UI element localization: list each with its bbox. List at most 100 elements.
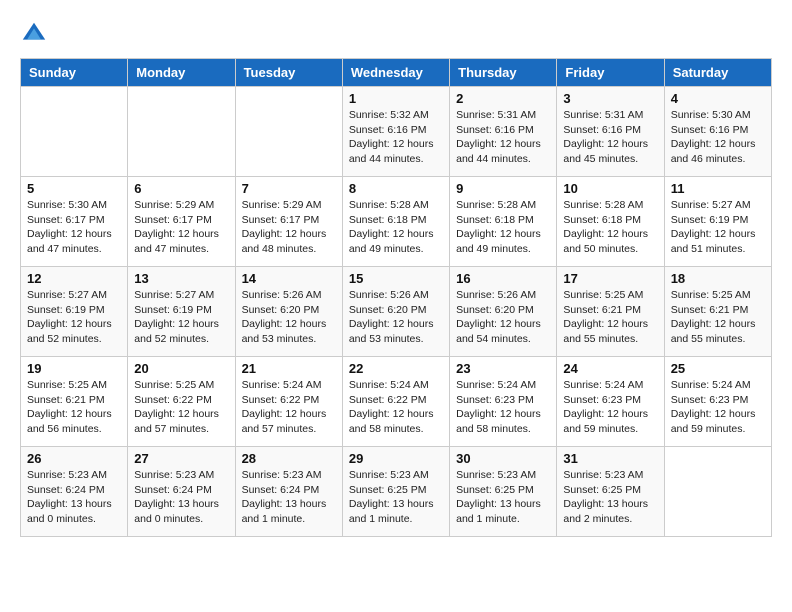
calendar-cell: 29 Sunrise: 5:23 AM Sunset: 6:25 PM Dayli… — [342, 447, 449, 537]
calendar-week-2: 5 Sunrise: 5:30 AM Sunset: 6:17 PM Daylig… — [21, 177, 772, 267]
day-number: 9 — [456, 181, 550, 196]
day-number: 7 — [242, 181, 336, 196]
calendar-cell: 1 Sunrise: 5:32 AM Sunset: 6:16 PM Daylig… — [342, 87, 449, 177]
day-info: Sunrise: 5:23 AM Sunset: 6:24 PM Dayligh… — [27, 468, 121, 527]
calendar-week-4: 19 Sunrise: 5:25 AM Sunset: 6:21 PM Dayli… — [21, 357, 772, 447]
day-number: 1 — [349, 91, 443, 106]
calendar-cell: 27 Sunrise: 5:23 AM Sunset: 6:24 PM Dayli… — [128, 447, 235, 537]
day-info: Sunrise: 5:24 AM Sunset: 6:23 PM Dayligh… — [671, 378, 765, 437]
day-header-tuesday: Tuesday — [235, 59, 342, 87]
calendar-cell: 12Sunrise: 5:27 AM Sunset: 6:19 PM Dayli… — [21, 267, 128, 357]
day-info: Sunrise: 5:31 AM Sunset: 6:16 PM Dayligh… — [456, 108, 550, 167]
calendar-cell: 10 Sunrise: 5:28 AM Sunset: 6:18 PM Dayli… — [557, 177, 664, 267]
day-info: Sunrise: 5:24 AM Sunset: 6:22 PM Dayligh… — [349, 378, 443, 437]
day-info: Sunrise: 5:26 AM Sunset: 6:20 PM Dayligh… — [456, 288, 550, 347]
day-info: Sunrise: 5:26 AM Sunset: 6:20 PM Dayligh… — [349, 288, 443, 347]
day-info: Sunrise: 5:24 AM Sunset: 6:23 PM Dayligh… — [456, 378, 550, 437]
calendar-week-3: 12Sunrise: 5:27 AM Sunset: 6:19 PM Dayli… — [21, 267, 772, 357]
calendar-cell: 6 Sunrise: 5:29 AM Sunset: 6:17 PM Daylig… — [128, 177, 235, 267]
day-number: 5 — [27, 181, 121, 196]
calendar-cell: 18Sunrise: 5:25 AM Sunset: 6:21 PM Dayli… — [664, 267, 771, 357]
calendar-cell: 17Sunrise: 5:25 AM Sunset: 6:21 PM Dayli… — [557, 267, 664, 357]
day-number: 2 — [456, 91, 550, 106]
calendar-cell: 7 Sunrise: 5:29 AM Sunset: 6:17 PM Daylig… — [235, 177, 342, 267]
day-header-wednesday: Wednesday — [342, 59, 449, 87]
day-info: Sunrise: 5:23 AM Sunset: 6:24 PM Dayligh… — [134, 468, 228, 527]
day-info: Sunrise: 5:27 AM Sunset: 6:19 PM Dayligh… — [134, 288, 228, 347]
day-info: Sunrise: 5:29 AM Sunset: 6:17 PM Dayligh… — [242, 198, 336, 257]
calendar-header-row: SundayMondayTuesdayWednesdayThursdayFrid… — [21, 59, 772, 87]
day-info: Sunrise: 5:28 AM Sunset: 6:18 PM Dayligh… — [349, 198, 443, 257]
calendar-cell — [664, 447, 771, 537]
calendar-cell: 26Sunrise: 5:23 AM Sunset: 6:24 PM Dayli… — [21, 447, 128, 537]
day-info: Sunrise: 5:24 AM Sunset: 6:23 PM Dayligh… — [563, 378, 657, 437]
calendar-cell: 28 Sunrise: 5:23 AM Sunset: 6:24 PM Dayli… — [235, 447, 342, 537]
day-number: 3 — [563, 91, 657, 106]
day-info: Sunrise: 5:32 AM Sunset: 6:16 PM Dayligh… — [349, 108, 443, 167]
calendar-cell: 24 Sunrise: 5:24 AM Sunset: 6:23 PM Dayli… — [557, 357, 664, 447]
day-info: Sunrise: 5:30 AM Sunset: 6:17 PM Dayligh… — [27, 198, 121, 257]
day-info: Sunrise: 5:25 AM Sunset: 6:22 PM Dayligh… — [134, 378, 228, 437]
calendar-cell: 4Sunrise: 5:30 AM Sunset: 6:16 PM Daylig… — [664, 87, 771, 177]
day-number: 14 — [242, 271, 336, 286]
day-number: 10 — [563, 181, 657, 196]
calendar-cell: 25 Sunrise: 5:24 AM Sunset: 6:23 PM Dayli… — [664, 357, 771, 447]
day-info: Sunrise: 5:25 AM Sunset: 6:21 PM Dayligh… — [27, 378, 121, 437]
day-header-thursday: Thursday — [450, 59, 557, 87]
day-number: 20 — [134, 361, 228, 376]
calendar-cell: 20 Sunrise: 5:25 AM Sunset: 6:22 PM Dayli… — [128, 357, 235, 447]
day-number: 6 — [134, 181, 228, 196]
day-number: 4 — [671, 91, 765, 106]
day-number: 22 — [349, 361, 443, 376]
day-header-monday: Monday — [128, 59, 235, 87]
day-number: 24 — [563, 361, 657, 376]
calendar-week-5: 26Sunrise: 5:23 AM Sunset: 6:24 PM Dayli… — [21, 447, 772, 537]
day-header-friday: Friday — [557, 59, 664, 87]
day-number: 11 — [671, 181, 765, 196]
calendar-cell: 22 Sunrise: 5:24 AM Sunset: 6:22 PM Dayli… — [342, 357, 449, 447]
day-info: Sunrise: 5:23 AM Sunset: 6:25 PM Dayligh… — [456, 468, 550, 527]
day-info: Sunrise: 5:28 AM Sunset: 6:18 PM Dayligh… — [563, 198, 657, 257]
calendar-cell: 11 Sunrise: 5:27 AM Sunset: 6:19 PM Dayli… — [664, 177, 771, 267]
day-info: Sunrise: 5:28 AM Sunset: 6:18 PM Dayligh… — [456, 198, 550, 257]
day-number: 27 — [134, 451, 228, 466]
calendar-cell: 23 Sunrise: 5:24 AM Sunset: 6:23 PM Dayli… — [450, 357, 557, 447]
calendar-cell: 3Sunrise: 5:31 AM Sunset: 6:16 PM Daylig… — [557, 87, 664, 177]
calendar-cell: 9 Sunrise: 5:28 AM Sunset: 6:18 PM Daylig… — [450, 177, 557, 267]
calendar-table: SundayMondayTuesdayWednesdayThursdayFrid… — [20, 58, 772, 537]
day-number: 15 — [349, 271, 443, 286]
day-number: 8 — [349, 181, 443, 196]
logo — [20, 20, 52, 48]
day-header-saturday: Saturday — [664, 59, 771, 87]
calendar-cell: 14 Sunrise: 5:26 AM Sunset: 6:20 PM Dayli… — [235, 267, 342, 357]
calendar-week-1: 1 Sunrise: 5:32 AM Sunset: 6:16 PM Daylig… — [21, 87, 772, 177]
calendar-cell: 5 Sunrise: 5:30 AM Sunset: 6:17 PM Daylig… — [21, 177, 128, 267]
day-info: Sunrise: 5:26 AM Sunset: 6:20 PM Dayligh… — [242, 288, 336, 347]
calendar-cell: 21Sunrise: 5:24 AM Sunset: 6:22 PM Dayli… — [235, 357, 342, 447]
day-number: 23 — [456, 361, 550, 376]
calendar-cell: 15 Sunrise: 5:26 AM Sunset: 6:20 PM Dayli… — [342, 267, 449, 357]
day-number: 19 — [27, 361, 121, 376]
day-number: 28 — [242, 451, 336, 466]
calendar-cell: 31Sunrise: 5:23 AM Sunset: 6:25 PM Dayli… — [557, 447, 664, 537]
calendar-cell: 16Sunrise: 5:26 AM Sunset: 6:20 PM Dayli… — [450, 267, 557, 357]
day-number: 29 — [349, 451, 443, 466]
calendar-cell: 2 Sunrise: 5:31 AM Sunset: 6:16 PM Daylig… — [450, 87, 557, 177]
day-info: Sunrise: 5:23 AM Sunset: 6:25 PM Dayligh… — [563, 468, 657, 527]
calendar-cell: 30 Sunrise: 5:23 AM Sunset: 6:25 PM Dayli… — [450, 447, 557, 537]
calendar-cell: 19 Sunrise: 5:25 AM Sunset: 6:21 PM Dayli… — [21, 357, 128, 447]
day-number: 13 — [134, 271, 228, 286]
calendar-cell: 13 Sunrise: 5:27 AM Sunset: 6:19 PM Dayli… — [128, 267, 235, 357]
day-info: Sunrise: 5:24 AM Sunset: 6:22 PM Dayligh… — [242, 378, 336, 437]
day-info: Sunrise: 5:23 AM Sunset: 6:24 PM Dayligh… — [242, 468, 336, 527]
day-number: 30 — [456, 451, 550, 466]
day-info: Sunrise: 5:29 AM Sunset: 6:17 PM Dayligh… — [134, 198, 228, 257]
day-number: 25 — [671, 361, 765, 376]
day-number: 17 — [563, 271, 657, 286]
calendar-cell — [235, 87, 342, 177]
day-info: Sunrise: 5:27 AM Sunset: 6:19 PM Dayligh… — [671, 198, 765, 257]
logo-icon — [20, 20, 48, 48]
day-info: Sunrise: 5:23 AM Sunset: 6:25 PM Dayligh… — [349, 468, 443, 527]
day-info: Sunrise: 5:27 AM Sunset: 6:19 PM Dayligh… — [27, 288, 121, 347]
calendar-cell — [21, 87, 128, 177]
